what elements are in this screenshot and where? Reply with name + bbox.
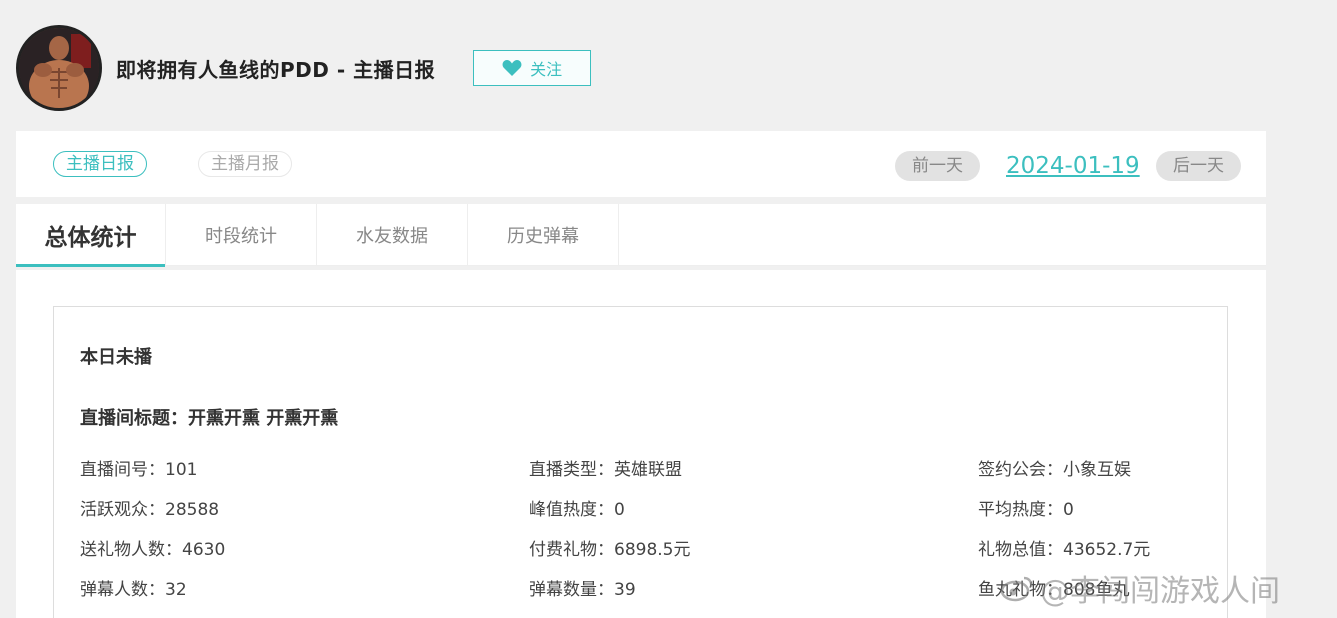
streamer-header: 即将拥有人鱼线的PDD - 主播日报 关注 [16,24,592,112]
tab-fan-data[interactable]: 水友数据 [317,204,468,266]
tab-period-stats[interactable]: 时段统计 [166,204,317,266]
stat-avg-heat: 平均热度：0 [978,500,1074,520]
weibo-icon [1000,576,1033,602]
stat-gift-senders: 送礼物人数：4630 [80,540,226,560]
watermark: @李闯闯游戏人间 [1000,566,1280,610]
stat-live-type: 直播类型：英雄联盟 [529,460,682,480]
room-title: 直播间标题：开熏开熏 开熏开熏 [80,408,339,429]
monthly-report-tab[interactable]: 主播月报 [198,151,292,177]
stat-gift-total: 礼物总值：43652.7元 [978,540,1151,560]
stat-guild: 签约公会：小象互娱 [978,460,1131,480]
watermark-text: @李闯闯游戏人间 [1040,574,1280,609]
stat-peak-heat: 峰值热度：0 [529,500,625,520]
page: 即将拥有人鱼线的PDD - 主播日报 关注 主播日报 主播月报 前一天 2024… [0,0,1337,618]
date-picker-link[interactable]: 2024-01-19 [1006,151,1140,181]
stat-danmaku-users: 弹幕人数：32 [80,580,187,600]
next-day-button[interactable]: 后一天 [1156,151,1241,181]
stats-tabs: 总体统计 时段统计 水友数据 历史弹幕 [16,204,1266,267]
avatar-image [19,28,99,108]
follow-label: 关注 [530,60,563,79]
report-switch-bar: 主播日报 主播月报 前一天 2024-01-19 后一天 [16,131,1266,197]
tab-danmaku-history[interactable]: 历史弹幕 [468,204,619,266]
stat-room-number: 直播间号：101 [80,460,198,480]
stat-paid-gifts: 付费礼物：6898.5元 [529,540,691,560]
tab-overall-stats[interactable]: 总体统计 [16,204,166,267]
page-title: 即将拥有人鱼线的PDD - 主播日报 [116,57,436,82]
broadcast-status: 本日未播 [80,347,152,368]
heart-icon [502,60,522,76]
stat-danmaku-count: 弹幕数量：39 [529,580,636,600]
daily-report-tab[interactable]: 主播日报 [53,151,147,177]
avatar[interactable] [16,25,102,111]
stat-active-viewers: 活跃观众：28588 [80,500,220,520]
prev-day-button[interactable]: 前一天 [895,151,980,181]
follow-button[interactable]: 关注 [473,50,592,86]
